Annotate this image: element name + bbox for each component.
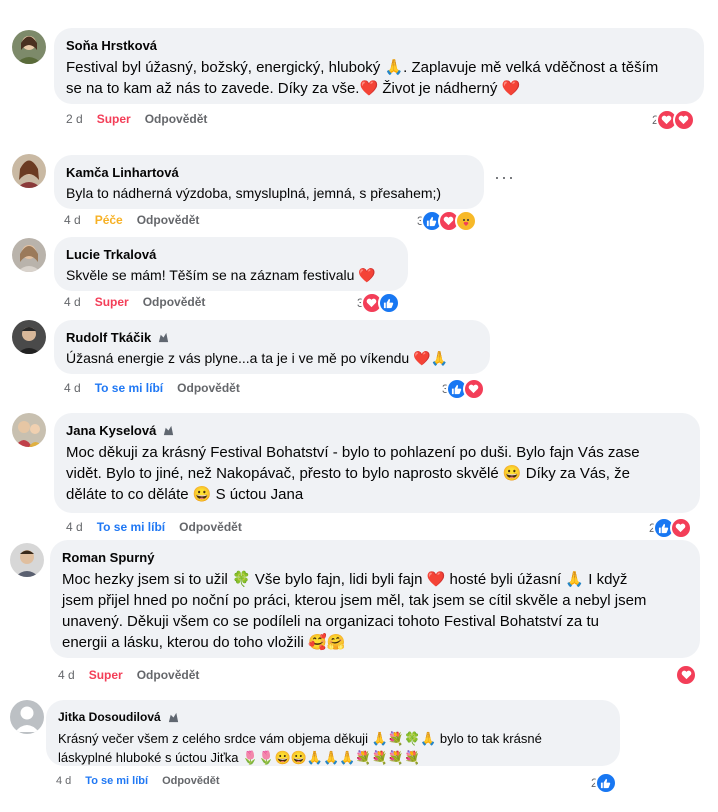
reply-button[interactable]: Odpovědět: [145, 112, 208, 126]
reaction-summary[interactable]: 2: [591, 772, 617, 794]
react-button[interactable]: To se mi líbí: [85, 775, 148, 787]
reply-button[interactable]: Odpovědět: [137, 668, 200, 682]
comment-actions: 2 d Super Odpovědět: [66, 112, 207, 126]
top-fan-badge-icon: [164, 425, 174, 436]
comment-bubble: Soňa Hrstková Festival byl úžasný, božsk…: [54, 28, 704, 104]
reaction-summary[interactable]: 2: [652, 109, 695, 131]
reaction-summary[interactable]: [675, 664, 697, 686]
comment-text: Festival byl úžasný, božský, energický, …: [66, 59, 659, 97]
love-reaction-icon: [462, 378, 485, 400]
author-name[interactable]: Jitka Dosoudilová: [58, 709, 161, 726]
comment-author[interactable]: Jana Kyselová: [66, 422, 688, 439]
react-button[interactable]: Super: [89, 668, 123, 682]
comment-actions: 4 d To se mi líbí Odpovědět: [66, 520, 242, 534]
like-reaction-icon: [594, 772, 617, 794]
comment-bubble: Roman Spurný Moc hezky jsem si to užil 🍀…: [50, 540, 700, 658]
reaction-summary[interactable]: 3: [442, 378, 485, 400]
reply-button[interactable]: Odpovědět: [177, 381, 240, 395]
comment-actions: 4 d To se mi líbí Odpovědět: [56, 775, 220, 787]
love-reaction-icon: [669, 517, 692, 539]
comment-text: Skvěle se mám! Těším se na záznam festiv…: [66, 267, 376, 283]
avatar[interactable]: [12, 320, 46, 354]
reply-button[interactable]: Odpovědět: [162, 775, 219, 787]
avatar[interactable]: [12, 413, 46, 447]
comment-bubble: Lucie Trkalová Skvěle se mám! Těším se n…: [54, 237, 408, 291]
comment-text: Úžasná energie z vás plyne...a ta je i v…: [66, 350, 448, 366]
comment-actions: 4 d Super Odpovědět: [64, 295, 205, 309]
author-name[interactable]: Jana Kyselová: [66, 422, 156, 439]
reaction-summary[interactable]: 3: [357, 292, 400, 314]
comment-text: Byla to nádherná výzdoba, smysluplná, je…: [66, 185, 442, 201]
avatar[interactable]: [10, 700, 44, 734]
care-reaction-icon: [454, 210, 477, 232]
reaction-summary[interactable]: 2: [649, 517, 692, 539]
comment-time[interactable]: 4 d: [58, 668, 75, 682]
avatar[interactable]: [12, 30, 46, 64]
comment-bubble: Jitka Dosoudilová Krásný večer všem z ce…: [46, 700, 620, 766]
reaction-summary[interactable]: 3: [417, 210, 477, 232]
comment-time[interactable]: 4 d: [56, 775, 71, 787]
comment-actions: 4 d To se mi líbí Odpovědět: [64, 381, 240, 395]
comment-text: Moc děkuji za krásný Festival Bohatství …: [66, 444, 640, 503]
avatar[interactable]: [12, 154, 46, 188]
comment-author[interactable]: Lucie Trkalová: [66, 246, 396, 263]
react-button[interactable]: To se mi líbí: [97, 520, 165, 534]
love-reaction-icon: [675, 664, 697, 686]
react-button[interactable]: Super: [97, 112, 131, 126]
comment-actions: 4 d Super Odpovědět: [58, 668, 199, 682]
top-fan-badge-icon: [159, 332, 169, 343]
comment-actions: 4 d Péče Odpovědět: [64, 213, 199, 227]
like-reaction-icon: [377, 292, 400, 314]
comment-time[interactable]: 4 d: [66, 520, 83, 534]
top-fan-badge-icon: [168, 712, 178, 723]
avatar[interactable]: [12, 238, 46, 272]
comment-author[interactable]: Soňa Hrstková: [66, 37, 692, 54]
comment-time[interactable]: 4 d: [64, 381, 81, 395]
avatar[interactable]: [10, 543, 44, 577]
react-button[interactable]: Péče: [95, 213, 123, 227]
reply-button[interactable]: Odpovědět: [179, 520, 242, 534]
author-name[interactable]: Rudolf Tkáčik: [66, 329, 151, 346]
comment-bubble: Kamča Linhartová Byla to nádherná výzdob…: [54, 155, 484, 209]
comment-time[interactable]: 4 d: [64, 295, 81, 309]
comment-text: Moc hezky jsem si to užil 🍀 Vše bylo faj…: [62, 571, 647, 651]
comment-bubble: Rudolf Tkáčik Úžasná energie z vás plyne…: [54, 320, 490, 374]
comment-author[interactable]: Rudolf Tkáčik: [66, 329, 478, 346]
comment-author[interactable]: Jitka Dosoudilová: [58, 709, 608, 726]
comment-text: Krásný večer všem z celého srdce vám obj…: [58, 731, 542, 765]
comment-author[interactable]: Kamča Linhartová: [66, 164, 472, 181]
love-reaction-icon: [672, 109, 695, 131]
react-button[interactable]: Super: [95, 295, 129, 309]
reply-button[interactable]: Odpovědět: [137, 213, 200, 227]
reply-button[interactable]: Odpovědět: [143, 295, 206, 309]
more-options-icon[interactable]: ···: [494, 167, 515, 188]
react-button[interactable]: To se mi líbí: [95, 381, 163, 395]
comment-bubble: Jana Kyselová Moc děkuji za krásný Festi…: [54, 413, 700, 513]
comment-time[interactable]: 2 d: [66, 112, 83, 126]
comment-author[interactable]: Roman Spurný: [62, 549, 688, 566]
comment-time[interactable]: 4 d: [64, 213, 81, 227]
